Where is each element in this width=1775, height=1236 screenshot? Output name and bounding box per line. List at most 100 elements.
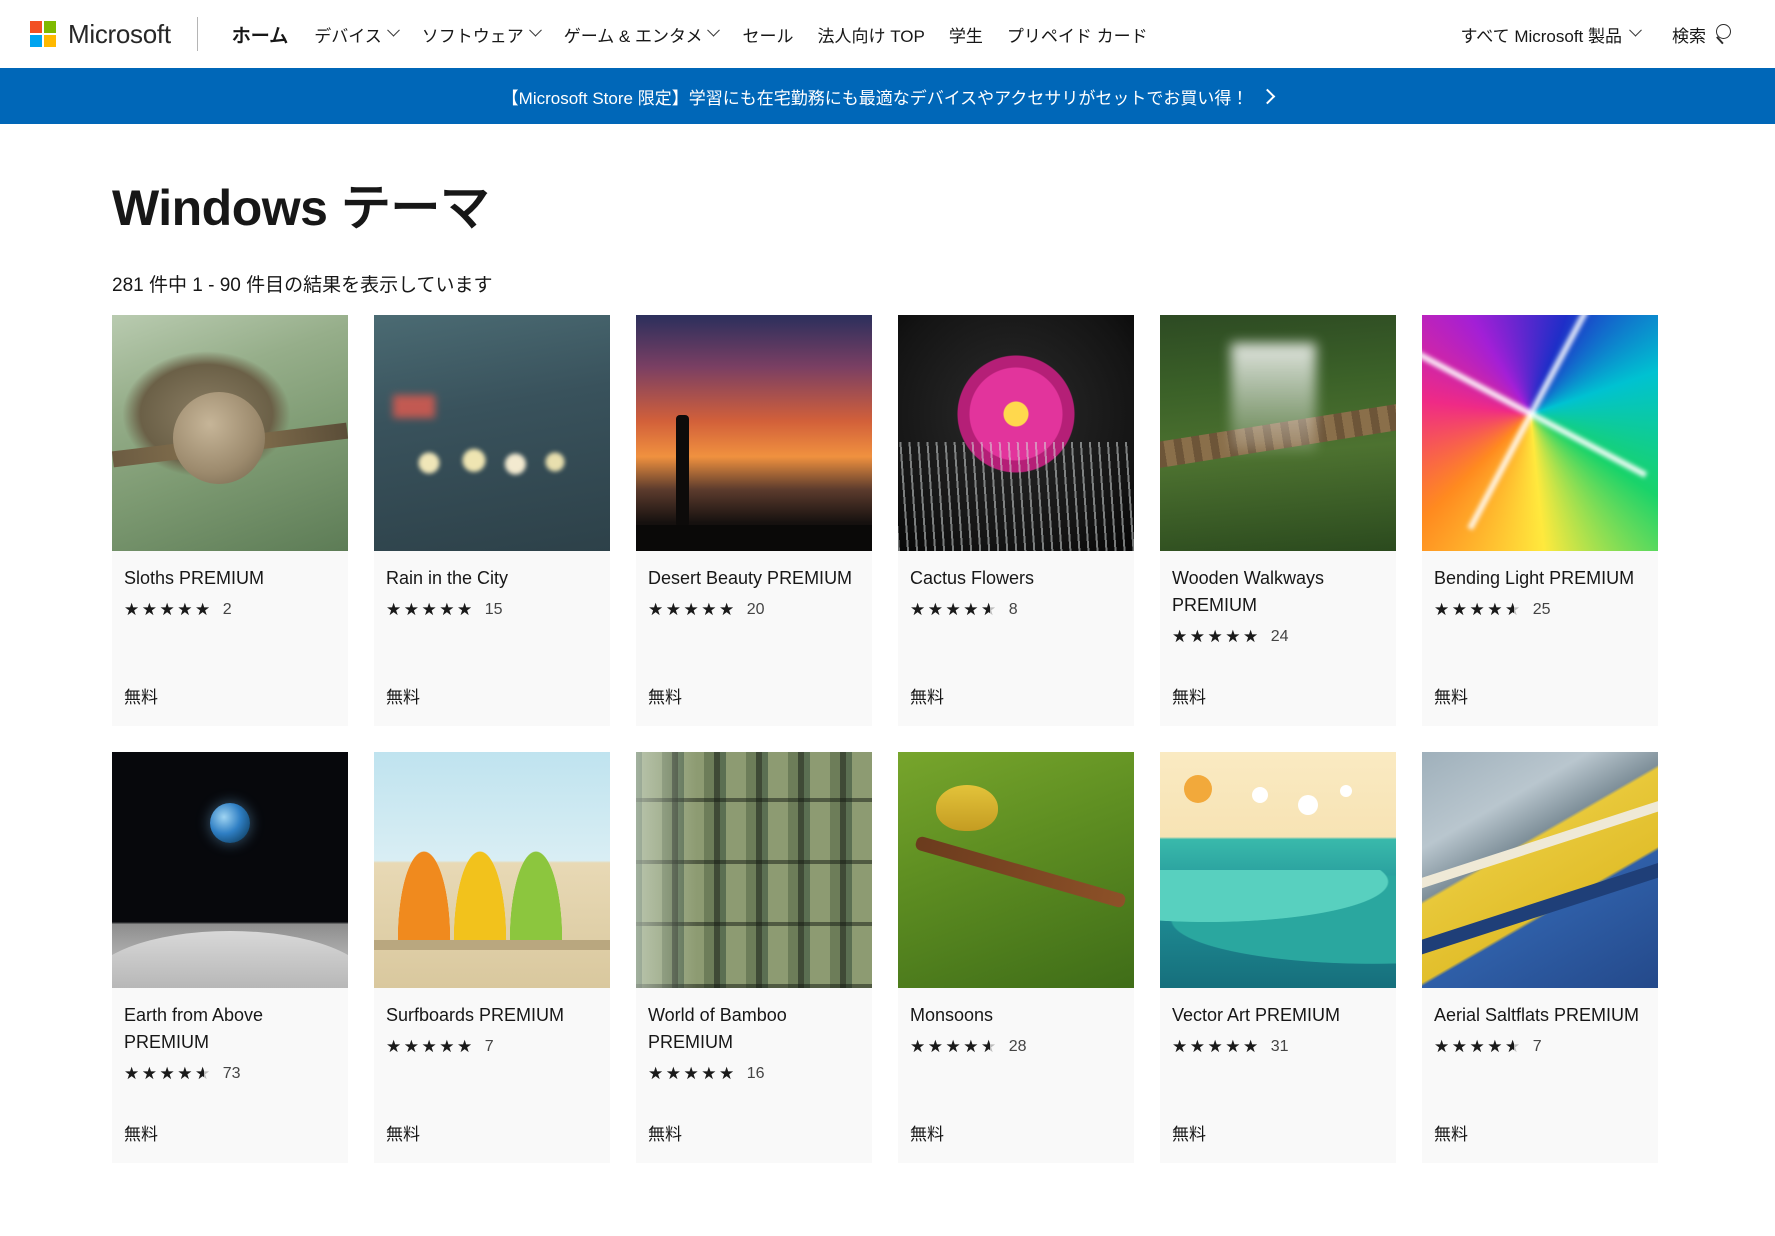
search-button[interactable]: 検索 — [1660, 14, 1747, 55]
thumbnail-bending-light — [1422, 314, 1658, 551]
product-card[interactable]: Vector Art PREMIUM ★★★★★ ★★★★★ 31 無料 — [1160, 751, 1396, 1163]
nav-item-sale[interactable]: セール — [730, 14, 805, 55]
star-rating-icon: ★★★★★★★★★★ — [124, 1064, 213, 1083]
product-card[interactable]: Surfboards PREMIUM ★★★★★ ★★★★★ 7 無料 — [374, 751, 610, 1163]
star-rating-icon: ★★★★★★★★★★ — [386, 600, 475, 619]
nav-item-label: デバイス — [314, 26, 382, 46]
product-price: 無料 — [910, 1124, 944, 1144]
product-card[interactable]: Bending Light PREMIUM ★★★★★★★★★★ 25 無料 — [1422, 314, 1658, 726]
product-title: Rain in the City — [386, 567, 509, 588]
product-price: 無料 — [1434, 687, 1468, 707]
all-microsoft-products-label: すべて Microsoft 製品 — [1460, 26, 1622, 46]
product-card[interactable]: World of Bamboo PREMIUM ★★★★★ ★★★★★ 16 無料 — [636, 751, 872, 1163]
thumbnail-earth-from-above — [112, 751, 348, 988]
header-utility-area: すべて Microsoft 製品 検索 — [1450, 14, 1747, 55]
star-rating-icon: ★★★★★★★★★★ — [910, 1037, 999, 1056]
product-title: World of Bamboo PREMIUM — [648, 1004, 787, 1052]
product-price: 無料 — [1172, 687, 1206, 707]
thumbnail-rain-in-the-city — [374, 314, 610, 551]
product-card[interactable]: Monsoons ★★★★★★★★★★ 28 無料 — [898, 751, 1134, 1163]
promo-banner: 【Microsoft Store 限定】学習にも在宅勤務にも最適なデバイスやアク… — [0, 68, 1775, 124]
microsoft-wordmark: Microsoft — [68, 19, 171, 49]
results-count: 281 件中 1 - 90 件目の結果を表示しています — [112, 274, 493, 296]
product-title: Wooden Walkways PREMIUM — [1172, 567, 1325, 615]
rating-count: 16 — [746, 1064, 765, 1082]
product-price: 無料 — [1434, 1124, 1468, 1144]
nav-item-label: 学生 — [948, 26, 983, 46]
star-rating-icon: ★★★★★★★★★★ — [648, 1064, 737, 1083]
chevron-down-icon — [1629, 23, 1642, 37]
search-button-label: 検索 — [1672, 26, 1706, 46]
primary-navigation: ホーム デバイス ソフトウェア ゲーム & エンタメ セール 法人向け TOP … — [220, 13, 1451, 56]
product-card[interactable]: Desert Beauty PREMIUM ★★★★★ ★★★★★ 20 無料 — [636, 314, 872, 726]
nav-item-label: 法人向け TOP — [817, 26, 925, 46]
nav-item-label: ホーム — [231, 25, 289, 47]
nav-item-label: ソフトウェア — [421, 26, 524, 46]
rating-count: 25 — [1532, 600, 1551, 618]
microsoft-logo-icon — [30, 21, 56, 47]
product-title: Monsoons — [910, 1004, 994, 1025]
product-price: 無料 — [648, 1124, 682, 1144]
thumbnail-wooden-walkways — [1160, 314, 1396, 551]
product-card[interactable]: Rain in the City ★★★★★ ★★★★★ 15 無料 — [374, 314, 610, 726]
thumbnail-cactus-flowers — [898, 314, 1134, 551]
product-card[interactable]: Earth from Above PREMIUM ★★★★★★★★★★ 73 無料 — [112, 751, 348, 1163]
rating-count: 28 — [1008, 1037, 1027, 1055]
nav-item-label: ゲーム & エンタメ — [563, 26, 703, 46]
product-rating: ★★★★★ ★★★★★ 20 — [648, 598, 860, 622]
microsoft-home-link[interactable]: Microsoft — [30, 21, 171, 47]
product-title: Earth from Above PREMIUM — [124, 1004, 264, 1052]
all-microsoft-products-menu[interactable]: すべて Microsoft 製品 — [1450, 14, 1650, 55]
star-rating-icon: ★★★★★★★★★★ — [124, 600, 213, 619]
nav-item-students[interactable]: 学生 — [937, 14, 995, 55]
product-card[interactable]: Sloths PREMIUM ★★★★★ ★★★★★ 2 無料 — [112, 314, 348, 726]
product-price: 無料 — [1172, 1124, 1206, 1144]
star-rating-icon: ★★★★★★★★★★ — [1434, 600, 1523, 619]
nav-item-devices[interactable]: デバイス — [302, 14, 410, 55]
nav-item-home[interactable]: ホーム — [220, 13, 302, 56]
product-price: 無料 — [386, 687, 420, 707]
chevron-right-icon — [1260, 88, 1276, 104]
thumbnail-sloths — [112, 314, 348, 551]
product-rating: ★★★★★★★★★★ 73 — [124, 1062, 336, 1086]
rating-count: 20 — [746, 600, 765, 618]
product-card[interactable]: Wooden Walkways PREMIUM ★★★★★ ★★★★★ 24 無料 — [1160, 314, 1396, 726]
nav-item-prepaid-card[interactable]: プリペイド カード — [995, 14, 1160, 55]
promo-banner-link[interactable]: 【Microsoft Store 限定】学習にも在宅勤務にも最適なデバイスやアク… — [501, 84, 1276, 109]
product-price: 無料 — [386, 1124, 420, 1144]
star-rating-icon: ★★★★★★★★★★ — [386, 1037, 475, 1056]
product-rating: ★★★★★★★★★★ 7 — [386, 1035, 598, 1059]
rating-count: 8 — [1008, 600, 1018, 618]
product-price: 無料 — [648, 687, 682, 707]
thumbnail-vector-art — [1160, 751, 1396, 988]
product-rating: ★★★★★ ★★★★★ 15 — [386, 598, 598, 622]
rating-count: 2 — [222, 600, 232, 618]
product-title: Desert Beauty PREMIUM — [648, 567, 853, 588]
promo-banner-text: 【Microsoft Store 限定】学習にも在宅勤務にも最適なデバイスやアク… — [501, 88, 1249, 108]
nav-item-label: セール — [742, 26, 794, 46]
search-icon — [1715, 24, 1735, 44]
page-title: Windows テーマ — [112, 180, 490, 236]
thumbnail-monsoons — [898, 751, 1134, 988]
thumbnail-desert-beauty — [636, 314, 872, 551]
product-title: Aerial Saltflats PREMIUM — [1434, 1004, 1640, 1025]
thumbnail-world-of-bamboo — [636, 751, 872, 988]
product-title: Cactus Flowers — [910, 567, 1035, 588]
nav-item-business-top[interactable]: 法人向け TOP — [805, 14, 936, 55]
product-card[interactable]: Cactus Flowers ★★★★★★★★★★ 8 無料 — [898, 314, 1134, 726]
star-rating-icon: ★★★★★★★★★★ — [910, 600, 999, 619]
rating-count: 7 — [484, 1037, 494, 1055]
rating-count: 15 — [484, 600, 503, 618]
product-title: Surfboards PREMIUM — [386, 1004, 565, 1025]
nav-item-software[interactable]: ソフトウェア — [410, 14, 552, 55]
rating-count: 31 — [1270, 1037, 1289, 1055]
product-rating: ★★★★★ ★★★★★ 2 — [124, 598, 336, 622]
global-header: Microsoft ホーム デバイス ソフトウェア ゲーム & エンタメ セール… — [0, 0, 1775, 68]
chevron-down-icon — [528, 23, 542, 37]
nav-item-games-entertainment[interactable]: ゲーム & エンタメ — [552, 14, 731, 55]
product-price: 無料 — [910, 687, 944, 707]
product-rating: ★★★★★★★★★★ 25 — [1434, 598, 1646, 622]
rating-count: 24 — [1270, 627, 1289, 645]
product-card[interactable]: Aerial Saltflats PREMIUM ★★★★★★★★★★ 7 無料 — [1422, 751, 1658, 1163]
header-divider — [196, 17, 198, 51]
